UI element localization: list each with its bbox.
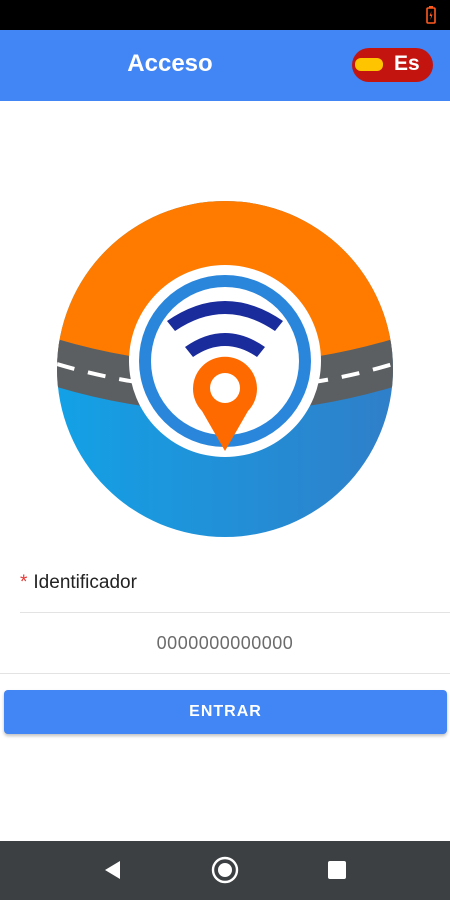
back-icon[interactable] xyxy=(98,855,128,885)
divider xyxy=(20,612,450,613)
language-toggle[interactable]: Es xyxy=(352,48,433,82)
identifier-label-text: Identificador xyxy=(33,572,137,593)
system-nav-bar xyxy=(0,841,450,900)
spain-flag-icon xyxy=(354,52,384,78)
home-icon[interactable] xyxy=(210,855,240,885)
app-logo-icon xyxy=(57,201,393,537)
required-marker: * xyxy=(20,572,28,593)
status-bar xyxy=(0,0,450,30)
identifier-input[interactable] xyxy=(20,624,430,662)
identifier-label: * Identificador xyxy=(20,572,137,594)
app-bar: Acceso Es xyxy=(0,30,450,101)
language-label: Es xyxy=(394,52,420,75)
login-button[interactable]: ENTRAR xyxy=(4,690,447,734)
divider xyxy=(0,673,450,674)
battery-charging-icon xyxy=(426,6,436,24)
page-title: Acceso xyxy=(127,50,213,77)
recents-icon[interactable] xyxy=(322,855,352,885)
